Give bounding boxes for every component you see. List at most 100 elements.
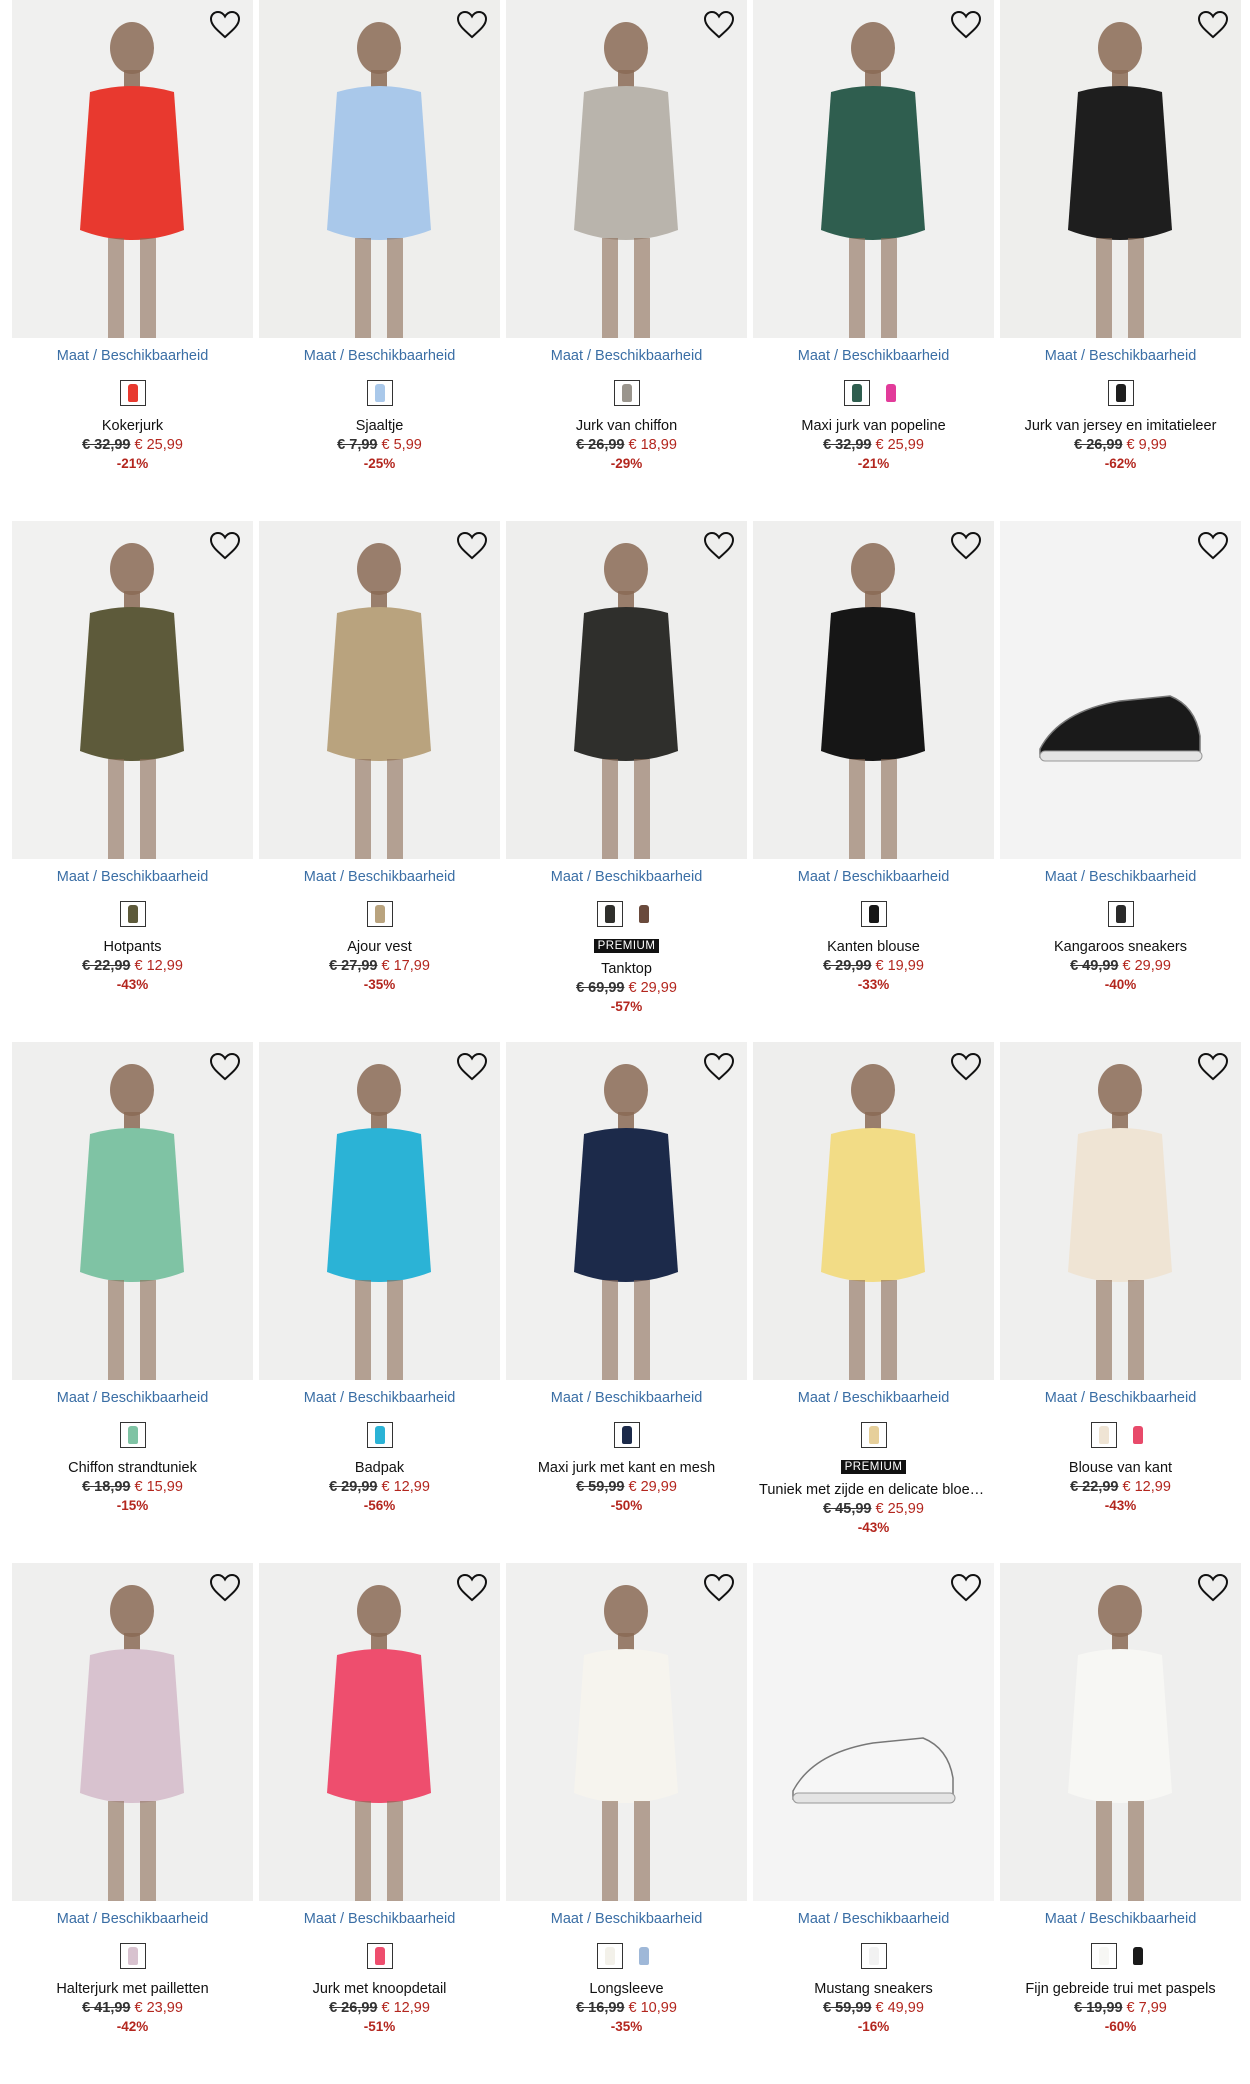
product-image[interactable] <box>506 0 747 338</box>
size-availability-link[interactable]: Maat / Beschikbaarheid <box>12 869 253 885</box>
color-swatch[interactable] <box>119 901 146 927</box>
product-card[interactable]: Maat / Beschikbaarheid Chiffon strandtuni… <box>12 1042 253 1563</box>
wishlist-heart-icon[interactable] <box>950 531 982 561</box>
product-name[interactable]: Ajour vest <box>259 939 500 955</box>
wishlist-heart-icon[interactable] <box>456 1573 488 1603</box>
wishlist-heart-icon[interactable] <box>703 10 735 40</box>
product-name[interactable]: Kanten blouse <box>753 939 994 955</box>
color-swatch[interactable] <box>631 901 657 927</box>
product-card[interactable]: Maat / Beschikbaarheid Sjaaltje € 7,99 € 5… <box>259 0 500 521</box>
wishlist-heart-icon[interactable] <box>703 531 735 561</box>
wishlist-heart-icon[interactable] <box>950 1052 982 1082</box>
color-swatch[interactable] <box>1090 1943 1117 1969</box>
product-name[interactable]: Jurk met knoopdetail <box>259 1981 500 1997</box>
color-swatch[interactable] <box>366 380 393 406</box>
product-image[interactable] <box>1000 1563 1241 1901</box>
wishlist-heart-icon[interactable] <box>950 1573 982 1603</box>
size-availability-link[interactable]: Maat / Beschikbaarheid <box>753 869 994 885</box>
product-image[interactable] <box>506 1042 747 1380</box>
size-availability-link[interactable]: Maat / Beschikbaarheid <box>259 1390 500 1406</box>
wishlist-heart-icon[interactable] <box>456 1052 488 1082</box>
product-image[interactable] <box>753 0 994 338</box>
color-swatch[interactable] <box>878 380 904 406</box>
product-card[interactable]: Maat / Beschikbaarheid Halterjurk met pai… <box>12 1563 253 2084</box>
product-card[interactable]: Maat / Beschikbaarheid Longsleeve € 16,99 … <box>506 1563 747 2084</box>
product-card[interactable]: Maat / Beschikbaarheid Mustang sneakers € … <box>753 1563 994 2084</box>
color-swatch[interactable] <box>596 901 623 927</box>
size-availability-link[interactable]: Maat / Beschikbaarheid <box>259 1911 500 1927</box>
product-name[interactable]: Kokerjurk <box>12 418 253 434</box>
color-swatch[interactable] <box>1125 1422 1151 1448</box>
product-name[interactable]: Sjaaltje <box>259 418 500 434</box>
product-card[interactable]: Maat / Beschikbaarheid Badpak € 29,99 € 12… <box>259 1042 500 1563</box>
product-image[interactable] <box>1000 521 1241 859</box>
product-name[interactable]: Kangaroos sneakers <box>1000 939 1241 955</box>
product-image[interactable] <box>1000 1042 1241 1380</box>
product-card[interactable]: Maat / Beschikbaarheid Jurk van chiffon € … <box>506 0 747 521</box>
product-name[interactable]: Chiffon strandtuniek <box>12 1460 253 1476</box>
product-image[interactable] <box>259 1563 500 1901</box>
color-swatch[interactable] <box>1107 901 1134 927</box>
size-availability-link[interactable]: Maat / Beschikbaarheid <box>12 1390 253 1406</box>
wishlist-heart-icon[interactable] <box>1197 10 1229 40</box>
product-card[interactable]: Maat / Beschikbaarheid Maxi jurk met kant… <box>506 1042 747 1563</box>
size-availability-link[interactable]: Maat / Beschikbaarheid <box>506 1390 747 1406</box>
color-swatch[interactable] <box>860 1943 887 1969</box>
color-swatch[interactable] <box>1090 1422 1117 1448</box>
color-swatch[interactable] <box>631 1943 657 1969</box>
size-availability-link[interactable]: Maat / Beschikbaarheid <box>259 869 500 885</box>
color-swatch[interactable] <box>1125 1943 1151 1969</box>
product-name[interactable]: Tuniek met zijde en delicate bloem... <box>753 1482 994 1498</box>
wishlist-heart-icon[interactable] <box>1197 1573 1229 1603</box>
product-image[interactable] <box>506 521 747 859</box>
product-card[interactable]: Maat / Beschikbaarheid Jurk met knoopdeta… <box>259 1563 500 2084</box>
product-image[interactable] <box>259 521 500 859</box>
product-name[interactable]: Tanktop <box>506 961 747 977</box>
color-swatch[interactable] <box>119 1422 146 1448</box>
product-card[interactable]: Maat / Beschikbaarheid Ajour vest € 27,99 … <box>259 521 500 1042</box>
product-image[interactable] <box>753 1563 994 1901</box>
size-availability-link[interactable]: Maat / Beschikbaarheid <box>259 348 500 364</box>
wishlist-heart-icon[interactable] <box>209 531 241 561</box>
color-swatch[interactable] <box>366 901 393 927</box>
product-card[interactable]: Maat / Beschikbaarheid Kanten blouse € 29,… <box>753 521 994 1042</box>
product-card[interactable]: Maat / Beschikbaarheid PREMIUM Tuniek met … <box>753 1042 994 1563</box>
wishlist-heart-icon[interactable] <box>1197 1052 1229 1082</box>
product-image[interactable] <box>753 1042 994 1380</box>
color-swatch[interactable] <box>613 1422 640 1448</box>
color-swatch[interactable] <box>843 380 870 406</box>
color-swatch[interactable] <box>119 380 146 406</box>
product-card[interactable]: Maat / Beschikbaarheid PREMIUM Tanktop € 69… <box>506 521 747 1042</box>
product-name[interactable]: Blouse van kant <box>1000 1460 1241 1476</box>
size-availability-link[interactable]: Maat / Beschikbaarheid <box>12 348 253 364</box>
product-image[interactable] <box>12 1563 253 1901</box>
product-card[interactable]: Maat / Beschikbaarheid Jurk van jersey en… <box>1000 0 1241 521</box>
product-image[interactable] <box>12 1042 253 1380</box>
size-availability-link[interactable]: Maat / Beschikbaarheid <box>1000 1911 1241 1927</box>
color-swatch[interactable] <box>366 1943 393 1969</box>
size-availability-link[interactable]: Maat / Beschikbaarheid <box>12 1911 253 1927</box>
wishlist-heart-icon[interactable] <box>703 1573 735 1603</box>
product-name[interactable]: Halterjurk met pailletten <box>12 1981 253 1997</box>
size-availability-link[interactable]: Maat / Beschikbaarheid <box>506 348 747 364</box>
wishlist-heart-icon[interactable] <box>209 10 241 40</box>
product-card[interactable]: Maat / Beschikbaarheid Kokerjurk € 32,99 €… <box>12 0 253 521</box>
color-swatch[interactable] <box>119 1943 146 1969</box>
product-image[interactable] <box>12 521 253 859</box>
color-swatch[interactable] <box>613 380 640 406</box>
product-image[interactable] <box>12 0 253 338</box>
size-availability-link[interactable]: Maat / Beschikbaarheid <box>1000 869 1241 885</box>
product-image[interactable] <box>753 521 994 859</box>
product-card[interactable]: Maat / Beschikbaarheid Maxi jurk van pope… <box>753 0 994 521</box>
color-swatch[interactable] <box>596 1943 623 1969</box>
size-availability-link[interactable]: Maat / Beschikbaarheid <box>753 1390 994 1406</box>
product-name[interactable]: Mustang sneakers <box>753 1981 994 1997</box>
product-name[interactable]: Maxi jurk van popeline <box>753 418 994 434</box>
wishlist-heart-icon[interactable] <box>209 1573 241 1603</box>
product-image[interactable] <box>1000 0 1241 338</box>
color-swatch[interactable] <box>1107 380 1134 406</box>
product-name[interactable]: Maxi jurk met kant en mesh <box>506 1460 747 1476</box>
product-name[interactable]: Fijn gebreide trui met paspels <box>1000 1981 1241 1997</box>
size-availability-link[interactable]: Maat / Beschikbaarheid <box>753 1911 994 1927</box>
product-card[interactable]: Maat / Beschikbaarheid Hotpants € 22,99 € … <box>12 521 253 1042</box>
